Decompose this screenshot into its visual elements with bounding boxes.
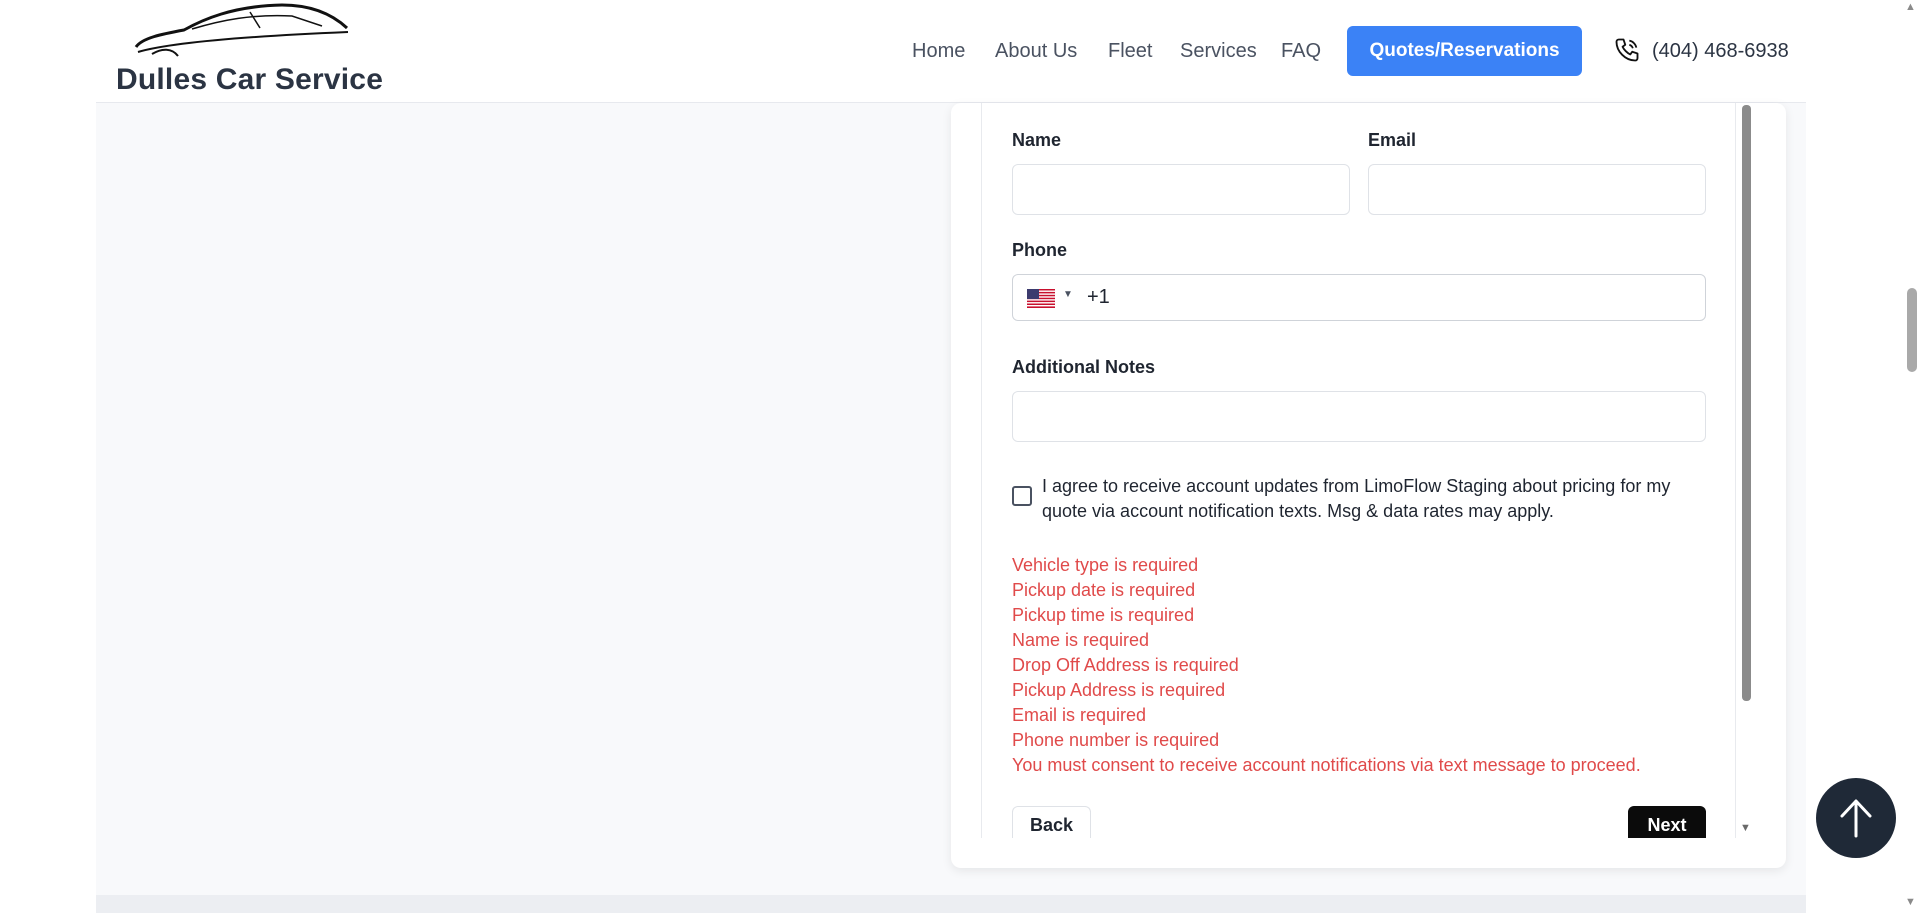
name-label: Name: [1012, 130, 1062, 150]
consent-checkbox[interactable]: [1012, 486, 1032, 506]
name-input[interactable]: [1012, 164, 1350, 215]
nav-services[interactable]: Services: [1180, 40, 1257, 63]
brand-name[interactable]: Dulles Car Service: [116, 63, 383, 97]
error-message: Pickup Address is required: [1012, 680, 1226, 700]
arrow-up-icon: [1840, 799, 1872, 838]
email-label: Email: [1368, 130, 1417, 150]
additional-notes-input[interactable]: [1012, 391, 1706, 442]
page-scroll-up-icon[interactable]: ▲: [1905, 1, 1916, 13]
additional-notes-label: Additional Notes: [1012, 357, 1155, 377]
nav-home[interactable]: Home: [912, 40, 965, 63]
footer-band: [96, 895, 1806, 913]
email-input[interactable]: [1368, 164, 1706, 215]
car-logo-icon[interactable]: [132, 2, 350, 60]
phone-label: Phone: [1012, 240, 1068, 260]
quotes-reservations-button[interactable]: Quotes/Reservations: [1347, 26, 1582, 76]
form-scrollbar-thumb[interactable]: [1742, 105, 1751, 701]
error-message: Pickup time is required: [1012, 605, 1195, 625]
form-scroll-down-icon[interactable]: ▼: [1740, 822, 1751, 834]
error-message: Pickup date is required: [1012, 580, 1196, 600]
us-flag-icon[interactable]: [1027, 289, 1055, 308]
phone-input[interactable]: ▼ +1: [1012, 274, 1706, 321]
phone-number-link[interactable]: (404) 468-6938: [1652, 40, 1789, 63]
back-to-top-button[interactable]: [1816, 778, 1896, 858]
error-message: You must consent to receive account noti…: [1012, 755, 1641, 775]
nav-fleet[interactable]: Fleet: [1108, 40, 1152, 63]
error-message: Drop Off Address is required: [1012, 655, 1239, 675]
page-scrollbar-thumb[interactable]: [1907, 288, 1917, 372]
phone-country-code: +1: [1087, 286, 1110, 308]
back-button[interactable]: Back: [1012, 806, 1091, 838]
country-dropdown-caret-icon[interactable]: ▼: [1063, 289, 1073, 300]
consent-label: I agree to receive account updates from …: [1042, 476, 1671, 521]
phone-icon[interactable]: [1613, 36, 1641, 64]
error-message: Phone number is required: [1012, 730, 1220, 750]
page-scroll-down-icon[interactable]: ▼: [1905, 896, 1916, 908]
next-button[interactable]: Next: [1628, 806, 1706, 838]
error-message: Name is required: [1012, 630, 1150, 650]
error-message: Vehicle type is required: [1012, 555, 1199, 575]
nav-about-us[interactable]: About Us: [995, 40, 1077, 63]
nav-faq[interactable]: FAQ: [1281, 40, 1321, 63]
error-message: Email is required: [1012, 705, 1147, 725]
validation-errors: Vehicle type is required Pickup date is …: [1012, 553, 1641, 778]
